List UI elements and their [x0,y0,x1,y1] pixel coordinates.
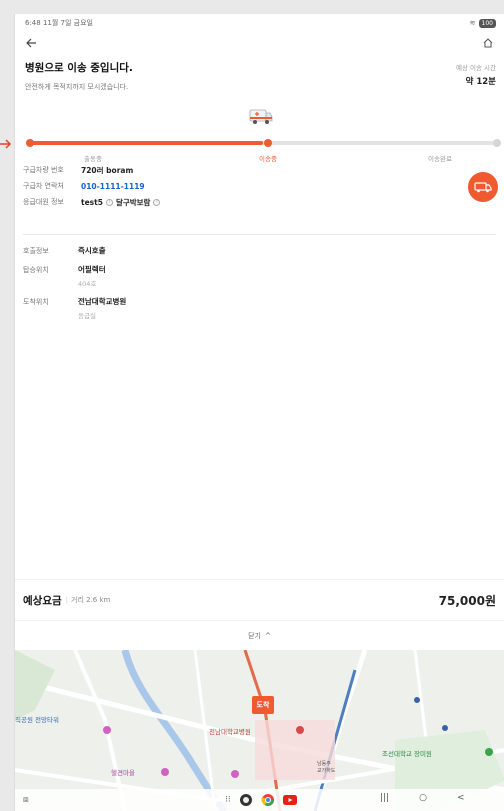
crew-role: 달구박보람 [115,197,151,207]
ambulance-call-icon [474,182,492,193]
vehicle-number: 720러 boram [81,165,134,175]
arrival-detail: 응급실 [78,312,96,320]
call-type-value: 즉시호출 [78,246,106,255]
contact-phone-link[interactable]: 010-1111-1119 [81,182,145,191]
step-dot-dispatch [26,139,34,147]
progress-tracker: 출동중 이송중 이송완료 [15,104,504,163]
wifi-icon: ≋ [469,19,476,27]
map-roads [15,650,504,811]
info-icon[interactable]: i [105,198,113,206]
vehicle-number-label: 구급차량 번호 [23,166,64,174]
chevron-up-icon: ^ [265,632,271,640]
screenshot-icon[interactable]: ⧈ [23,795,29,805]
crew-label: 응급대원 정보 [23,198,64,206]
youtube-icon[interactable] [282,795,297,805]
map-label-hospital: 전남대학교병원 [209,728,251,736]
progress-fill [29,141,263,145]
map-view[interactable]: 도착 직공원 전망타워 전남대학교병원 조선대학교 장미원 헬견마을 남동주 교… [15,650,504,811]
call-type-label: 호출정보 [23,247,49,255]
eta-value: 약 12분 [465,77,496,87]
progress-track [29,141,496,145]
crew-row: 응급대원 정보 test5 i 달구박보람 i [23,194,496,210]
camera-icon[interactable] [239,793,253,807]
apps-grid-icon[interactable]: ⁝⁝ [225,795,231,805]
status-date: 11월 7일 금요일 [42,19,93,27]
fare-distance: 거리 2.6 km [71,596,111,604]
info-icon[interactable]: i [153,198,161,206]
step-dot-transport [264,139,272,147]
home-button-icon[interactable]: ○ [419,793,427,803]
pickup-detail: 404호 [78,280,97,288]
page-title: 병원으로 이송 중입니다. [25,62,133,74]
fare-section: 예상요금 | 거리 2.6 km 75,000원 [15,579,504,621]
transport-header: 병원으로 이송 중입니다. 안전하게 목적지까지 모시겠습니다. 예상 이송 시… [15,54,504,104]
map-label-station: 남동주 교가하도 [317,761,336,774]
battery-icon: 100 [478,18,496,28]
pickup-label: 탑승위치 [23,266,49,274]
fare-amount: 75,000원 [438,593,496,608]
map-label-park: 직공원 전망타워 [15,716,59,724]
recents-icon[interactable]: ||| [380,793,389,803]
top-bar [15,32,504,54]
call-type-row: 호출정보 즉시호출 [23,245,496,256]
crew-name: test5 [81,197,103,207]
page-subtitle: 안전하게 목적지까지 모시겠습니다. [25,83,129,91]
side-arrow-icon [0,139,12,149]
eta-label: 예상 이송 시간 [455,64,496,72]
home-icon[interactable] [482,37,494,49]
back-arrow-icon[interactable] [25,37,37,49]
vehicle-info: 구급차량 번호 720러 boram 구급차 연락처 010-1111-1119… [15,162,504,234]
ambulance-icon [249,109,273,124]
map-label-village: 헬견마을 [111,769,135,777]
status-bar: 6:48 11월 7일 금요일 ≋ 100 [15,14,504,32]
pickup-row: 탑승위치 어필렉터 404호 [23,264,496,288]
call-button[interactable] [468,172,498,202]
map-label-school: 조선대학교 장미원 [382,750,432,758]
chrome-icon[interactable] [261,793,275,807]
fare-label: 예상요금 [23,594,62,607]
route-info: 호출정보 즉시호출 탑승위치 어필렉터 404호 도착위치 전남대학교병원 응급… [15,235,504,320]
close-label: 닫기 [248,632,261,640]
arrival-marker[interactable]: 도착 [252,696,274,714]
fare-separator: | [65,596,68,604]
pickup-location: 어필렉터 [78,265,106,274]
app-screen: 6:48 11월 7일 금요일 ≋ 100 병원으로 이송 중입니다. 안전하게… [14,14,504,811]
arrival-label: 도착위치 [23,298,49,306]
nav-system-buttons: ||| ○ < [380,793,465,803]
back-button-icon[interactable]: < [457,793,465,803]
arrival-row: 도착위치 전남대학교병원 응급실 [23,296,496,320]
step-dot-complete [493,139,501,147]
status-time: 6:48 [25,19,41,27]
contact-label: 구급차 연락처 [23,182,64,190]
nav-app-shortcuts: ⁝⁝ [225,793,297,807]
contact-row: 구급차 연락처 010-1111-1119 [23,178,496,194]
arrival-location: 전남대학교병원 [78,297,127,306]
system-nav-bar: ⧈ ⁝⁝ ||| ○ < [15,789,504,811]
close-toggle[interactable]: 닫기 ^ [15,622,504,650]
vehicle-number-row: 구급차량 번호 720러 boram [23,162,496,178]
